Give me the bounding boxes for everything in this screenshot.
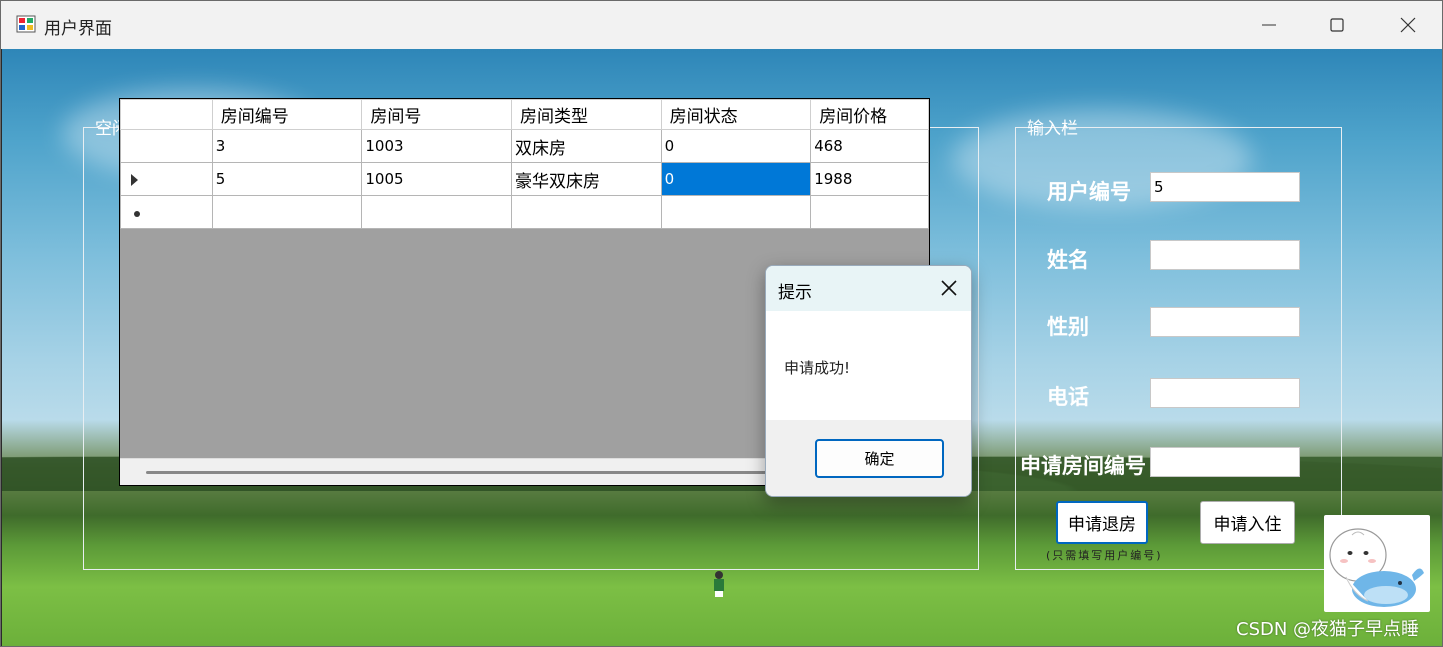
input-group-title: 输入栏 [1027, 119, 1078, 139]
close-button[interactable] [1373, 1, 1442, 49]
table-cell[interactable]: 双床房 [511, 129, 662, 163]
app-window: 用户界面 空闲房间信息 房间编号 房间号 [0, 0, 1443, 647]
table-cell[interactable]: 豪华双床房 [511, 162, 662, 196]
table-cell[interactable]: 1003 [361, 129, 512, 163]
column-header[interactable]: 房间类型 [511, 99, 662, 130]
checkout-button[interactable]: 申请退房 [1056, 501, 1148, 544]
table-cell[interactable]: 1988 [810, 162, 929, 196]
table-header-row: 房间编号 房间号 房间类型 房间状态 房间价格 [120, 99, 929, 130]
sticker-image [1324, 515, 1430, 612]
maximize-icon [1330, 18, 1344, 32]
message-dialog: 提示 申请成功! 确定 [765, 265, 972, 497]
table-cell[interactable] [511, 195, 662, 229]
gender-input[interactable] [1150, 307, 1300, 337]
window-title: 用户界面 [44, 19, 112, 39]
room-id-label: 申请房间编号 [1020, 454, 1146, 478]
table-cell[interactable] [660, 195, 812, 229]
dialog-close-icon[interactable] [939, 278, 959, 298]
new-row-asterisk-icon [134, 211, 140, 217]
room-id-input[interactable] [1150, 447, 1300, 477]
cat-whale-sticker-icon [1329, 528, 1424, 607]
column-header[interactable]: 房间编号 [211, 99, 363, 130]
table-cell[interactable]: 3 [211, 129, 363, 163]
gender-label: 性别 [1047, 315, 1089, 339]
column-header[interactable]: 房间号 [361, 99, 512, 130]
new-row[interactable] [120, 195, 929, 229]
column-header[interactable]: 房间价格 [810, 99, 929, 130]
table-cell[interactable]: 5 [211, 162, 363, 196]
row-header-corner [120, 99, 213, 130]
row-header[interactable] [120, 129, 213, 163]
phone-input[interactable] [1150, 378, 1300, 408]
room-table: 房间编号 房间号 房间类型 房间状态 房间价格 3 1003 双床房 0 468… [120, 99, 929, 229]
row-header[interactable] [120, 195, 213, 229]
minimize-button[interactable] [1234, 1, 1304, 49]
table-row[interactable]: 3 1003 双床房 0 468 [120, 129, 929, 163]
user-id-label: 用户编号 [1047, 180, 1131, 204]
column-header[interactable]: 房间状态 [660, 99, 812, 130]
hint-text: (只需填写用户编号) [1046, 549, 1163, 562]
app-icon [16, 15, 36, 33]
table-cell[interactable] [810, 195, 929, 229]
current-row-icon [131, 174, 138, 186]
kid-figure-decoration [714, 571, 724, 599]
table-row[interactable]: 5 1005 豪华双床房 0 1988 [120, 162, 929, 196]
dialog-footer: 确定 [766, 420, 971, 496]
scrollbar-thumb[interactable] [146, 471, 866, 474]
dialog-ok-button[interactable]: 确定 [815, 439, 944, 478]
watermark-text: CSDN @夜猫子早点睡 [1236, 619, 1420, 640]
title-bar[interactable]: 用户界面 [1, 1, 1442, 49]
table-cell[interactable] [361, 195, 512, 229]
name-label: 姓名 [1047, 248, 1089, 272]
table-cell-selected[interactable]: 0 [660, 162, 812, 196]
user-id-input[interactable] [1150, 172, 1300, 202]
table-cell[interactable]: 468 [810, 129, 929, 163]
checkin-button[interactable]: 申请入住 [1200, 501, 1295, 544]
minimize-icon [1262, 24, 1276, 26]
dialog-message: 申请成功! [784, 359, 851, 377]
close-icon [1400, 17, 1416, 33]
dialog-title-bar[interactable]: 提示 [766, 266, 971, 311]
phone-label: 电话 [1047, 385, 1089, 409]
table-cell[interactable]: 0 [660, 129, 812, 163]
row-header[interactable] [120, 162, 213, 196]
table-cell[interactable] [211, 195, 363, 229]
maximize-button[interactable] [1302, 1, 1372, 49]
name-input[interactable] [1150, 240, 1300, 270]
dialog-title: 提示 [778, 283, 812, 303]
table-cell[interactable]: 1005 [361, 162, 512, 196]
